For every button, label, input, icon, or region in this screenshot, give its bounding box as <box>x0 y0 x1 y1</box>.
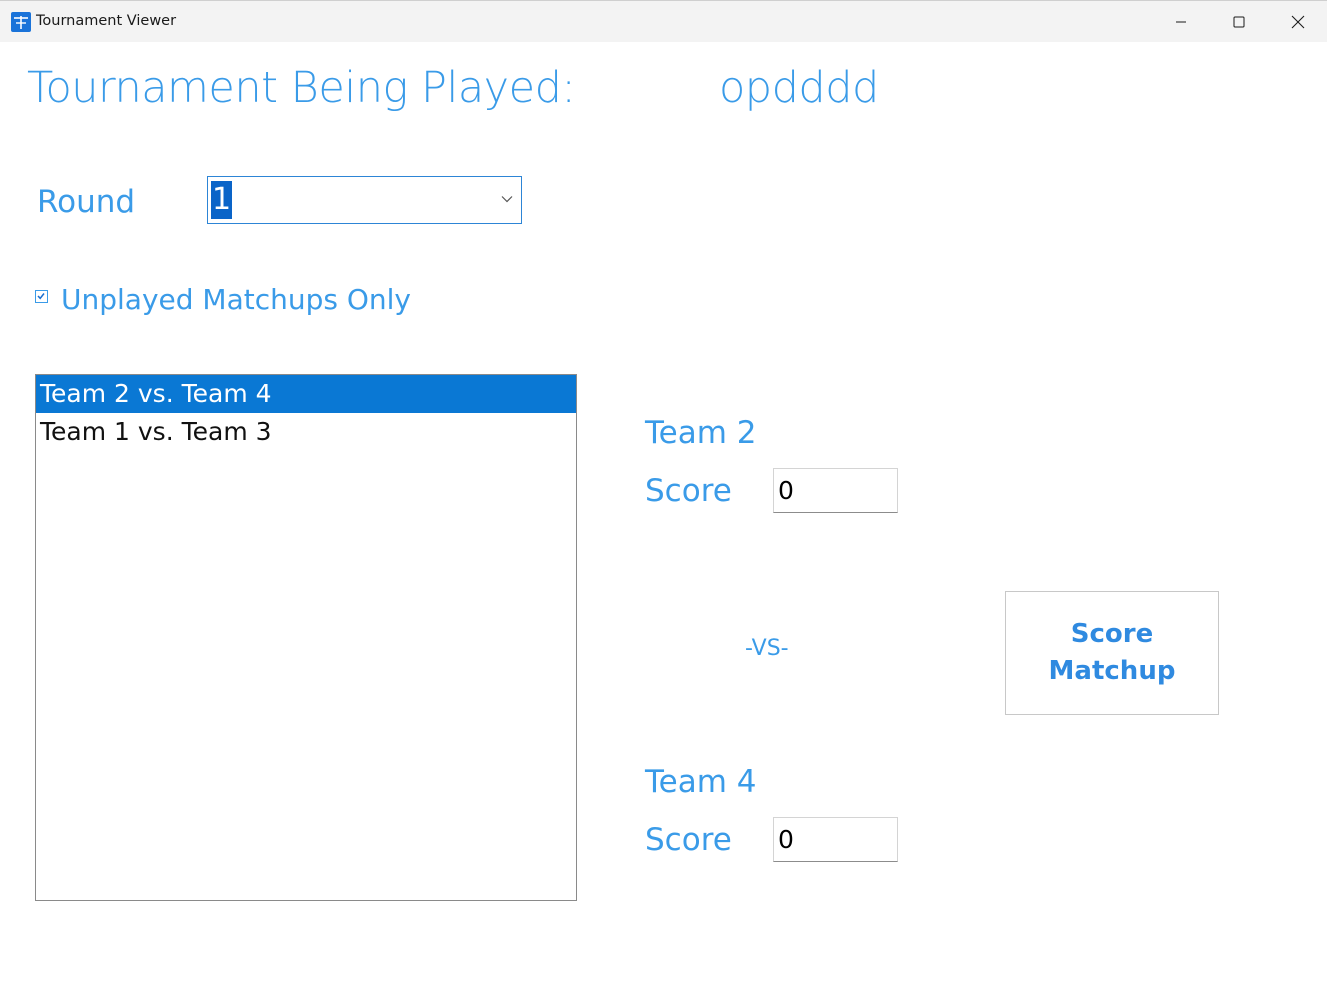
score-matchup-button[interactable]: Score Matchup <box>1005 591 1219 715</box>
maximize-icon <box>1233 16 1245 28</box>
minimize-button[interactable] <box>1152 1 1210 43</box>
app-icon <box>11 12 31 32</box>
chevron-down-icon <box>501 196 513 203</box>
round-label: Round <box>37 184 136 220</box>
maximize-button[interactable] <box>1210 1 1268 43</box>
team-one-score-input[interactable] <box>773 468 898 513</box>
round-dropdown[interactable]: 1 <box>207 176 522 224</box>
unplayed-only-label[interactable]: Unplayed Matchups Only <box>61 280 411 320</box>
team-one-name: Team 2 <box>645 415 757 451</box>
team-two-name: Team 4 <box>645 764 757 800</box>
versus-label: -VS- <box>745 636 789 661</box>
team-two-score-input[interactable] <box>773 817 898 862</box>
tournament-name: opdddd <box>719 63 879 113</box>
matchup-listbox[interactable]: Team 2 vs. Team 4 Team 1 vs. Team 3 <box>35 374 577 901</box>
minimize-icon <box>1176 21 1186 23</box>
list-item[interactable]: Team 2 vs. Team 4 <box>36 375 576 413</box>
tournament-viewer-window: Tournament Viewer Tournament Being Playe… <box>0 0 1327 982</box>
close-icon <box>1291 15 1305 29</box>
title-bar[interactable]: Tournament Viewer <box>0 0 1327 42</box>
tournament-heading-label: Tournament Being Played: <box>27 63 576 113</box>
list-item[interactable]: Team 1 vs. Team 3 <box>36 413 576 451</box>
team-one-score-label: Score <box>645 473 732 509</box>
close-button[interactable] <box>1269 1 1327 43</box>
window-title: Tournament Viewer <box>36 13 177 29</box>
unplayed-only-checkbox[interactable] <box>35 290 48 303</box>
team-two-score-label: Score <box>645 822 732 858</box>
round-selected-value: 1 <box>211 181 233 219</box>
checkmark-icon <box>37 293 45 300</box>
